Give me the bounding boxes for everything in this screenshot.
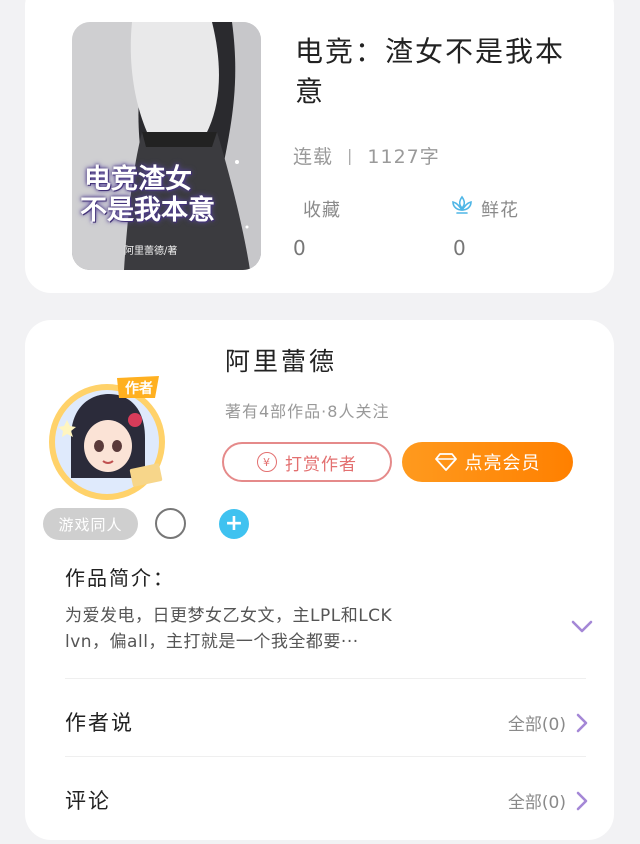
word-count: 1127字 xyxy=(367,146,440,168)
coin-icon: ¥ xyxy=(257,452,277,472)
book-cover[interactable]: 电竞渣女 不是我本意 阿里蕾德/著 xyxy=(72,22,261,270)
author-info: 著有4部作品·8人关注 xyxy=(225,402,390,421)
chevron-down-icon[interactable] xyxy=(571,620,593,634)
plus-icon[interactable]: + xyxy=(219,509,249,539)
intro-line-1: 为爱发电，日更梦女乙女文，主LPL和LCK xyxy=(65,606,393,626)
circle-badge[interactable] xyxy=(155,508,186,539)
chevron-right-icon xyxy=(576,713,588,732)
author-says-label[interactable]: 作者说 xyxy=(65,707,134,737)
divider xyxy=(65,678,586,679)
cover-author: 阿里蕾德/著 xyxy=(124,246,178,257)
comments-label[interactable]: 评论 xyxy=(65,785,111,815)
vip-button-label: 点亮会员 xyxy=(464,453,541,474)
cover-title: 电竞渣女 不是我本意 xyxy=(80,164,255,226)
intro-label: 作品简介： xyxy=(65,566,175,590)
author-avatar-art: 作者 xyxy=(49,376,165,500)
author-badge-text: 作者 xyxy=(125,380,153,397)
flower-count: 0 xyxy=(453,236,466,260)
comments-count: 全部(0) xyxy=(507,793,566,813)
tip-author-label: 打赏作者 xyxy=(285,454,357,475)
intro-text: 为爱发电，日更梦女乙女文，主LPL和LCK lvn，偏all，主打就是一个我全都… xyxy=(65,603,485,655)
chevron-right-icon xyxy=(576,791,588,810)
author-card: 作者 阿里蕾德 著有4部作品·8人关注 ¥ 打赏作者 点亮会员 游戏同人 + 作… xyxy=(25,320,614,840)
flower-label[interactable]: 鲜花 xyxy=(481,196,519,222)
book-title: 电竞：渣女不是我本意 xyxy=(295,35,566,108)
intro-line-2: lvn，偏all，主打就是一个我全都要··· xyxy=(65,632,359,652)
author-says-count: 全部(0) xyxy=(507,715,566,735)
meta-separator: | xyxy=(347,146,354,165)
cover-title-line1: 电竞渣女 xyxy=(84,164,192,195)
flower-icon[interactable] xyxy=(450,195,474,217)
category-tag[interactable]: 游戏同人 xyxy=(43,508,138,540)
cover-art xyxy=(72,22,261,270)
tip-author-button[interactable]: ¥ 打赏作者 xyxy=(222,442,392,482)
book-meta: 连载 | 1127字 xyxy=(293,142,440,169)
book-card: 电竞渣女 不是我本意 阿里蕾德/著 电竞：渣女不是我本意 连载 | 1127字 … xyxy=(25,0,614,293)
author-name[interactable]: 阿里蕾德 xyxy=(225,342,337,378)
book-status: 连载 xyxy=(293,146,334,168)
avatar[interactable]: 作者 xyxy=(47,366,185,506)
vip-button[interactable]: 点亮会员 xyxy=(402,442,573,482)
cover-title-line2: 不是我本意 xyxy=(80,195,215,226)
collect-count: 0 xyxy=(293,236,306,260)
author-says-all[interactable]: 全部(0) xyxy=(508,710,588,735)
comments-all[interactable]: 全部(0) xyxy=(508,788,588,813)
divider xyxy=(65,756,586,757)
collect-label[interactable]: 收藏 xyxy=(303,196,341,222)
diamond-icon xyxy=(434,453,457,471)
